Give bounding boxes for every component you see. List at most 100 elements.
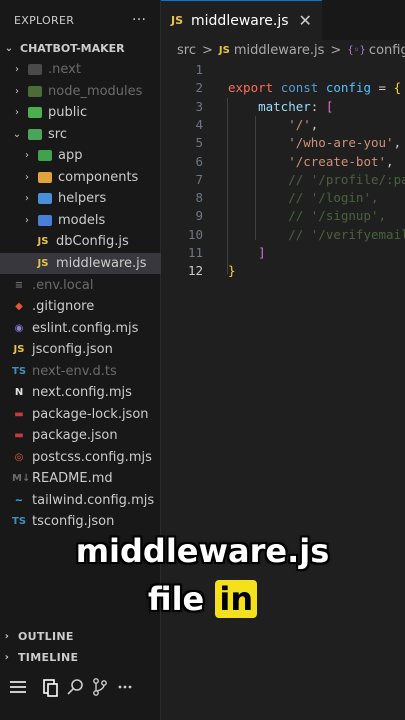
- tree-item[interactable]: ▬ package.json: [0, 425, 172, 446]
- code-text: // '/signup',: [228, 208, 386, 223]
- tree-item-label: .env.local: [32, 278, 94, 293]
- tree-item-label: public: [48, 105, 88, 120]
- tree-item[interactable]: › node_modules: [0, 81, 172, 102]
- tree-item[interactable]: › public: [0, 102, 172, 123]
- tree-item-label: tsconfig.json: [32, 514, 115, 529]
- code-token: export: [228, 80, 281, 96]
- tree-item[interactable]: ≡ .env.local: [0, 275, 172, 296]
- breadcrumb-src[interactable]: src: [177, 43, 196, 58]
- chevron-down-icon: ⌄: [12, 129, 22, 140]
- chevron-right-icon: ›: [15, 64, 19, 75]
- tree-item[interactable]: TS tsconfig.json: [0, 511, 172, 532]
- chevron-right-icon: ›: [15, 86, 19, 97]
- tree-item[interactable]: JS jsconfig.json: [0, 339, 172, 360]
- tree-item[interactable]: M↓ README.md: [0, 468, 172, 489]
- js-icon: JS: [37, 257, 49, 269]
- tree-item[interactable]: TS next-env.d.ts: [0, 361, 172, 382]
- tree-item-label: node_modules: [48, 84, 143, 99]
- code-token: '/create-bot': [228, 153, 387, 169]
- code-text: matcher: [: [228, 99, 333, 114]
- tree-item[interactable]: › helpers: [0, 188, 182, 209]
- tree-item-label: postcss.config.mjs: [32, 450, 152, 465]
- search-icon[interactable]: [67, 679, 83, 695]
- code-token: :: [310, 98, 326, 114]
- explorer-files-icon[interactable]: [43, 679, 58, 697]
- json-js-icon: JS: [13, 343, 25, 355]
- code-text: ]: [228, 245, 266, 260]
- explorer-title: EXPLORER: [14, 13, 75, 27]
- code-token: matcher: [228, 98, 311, 114]
- tree-item[interactable]: › models: [0, 210, 182, 231]
- chevron-right-icon: ›: [25, 150, 29, 161]
- tree-item[interactable]: › .next: [0, 59, 172, 80]
- public-folder-icon: [28, 107, 42, 118]
- chevron-right-icon: ›: [15, 107, 19, 118]
- code-text: '/',: [228, 117, 318, 132]
- line-number: 12: [187, 263, 203, 279]
- caption-line-1: middleware.js: [75, 532, 330, 570]
- tree-item[interactable]: › app: [0, 145, 182, 166]
- tree-item-label: .gitignore: [32, 299, 95, 314]
- line-number: 10: [187, 226, 203, 242]
- tree-item-label: README.md: [32, 471, 113, 486]
- npm-icon: ▬: [14, 408, 24, 420]
- caption-line-2: file in: [0, 580, 405, 618]
- code-text: '/create-bot',: [228, 153, 393, 169]
- code-token: // '/login',: [228, 190, 379, 206]
- line-number: 9: [195, 208, 203, 224]
- breadcrumb-file[interactable]: middleware.js: [234, 43, 325, 58]
- line-number: 8: [195, 190, 203, 206]
- chevron-right-icon: ›: [25, 172, 29, 183]
- tree-item[interactable]: ◉ eslint.config.mjs: [0, 318, 172, 339]
- tree-item[interactable]: ◆ .gitignore: [0, 296, 172, 317]
- code-token: [: [325, 98, 334, 114]
- code-token: ,: [310, 116, 319, 132]
- tree-item-label: middleware.js: [56, 256, 147, 271]
- line-number: 1: [195, 62, 203, 77]
- activity-icons: [10, 678, 132, 697]
- next-icon: N: [14, 386, 24, 398]
- tree-item-label: models: [58, 213, 106, 228]
- activity-bar: [0, 672, 405, 702]
- breadcrumb-separator: >: [330, 42, 342, 58]
- breadcrumb-symbol[interactable]: config: [369, 43, 405, 58]
- chevron-right-icon: ›: [4, 652, 10, 663]
- close-icon[interactable]: ✕: [299, 11, 312, 30]
- tree-item-label: app: [58, 148, 83, 163]
- code-token: '/': [228, 116, 311, 132]
- chevron-right-icon: ›: [4, 631, 10, 642]
- timeline-label: TIMELINE: [18, 651, 79, 664]
- tree-item-label: eslint.config.mjs: [32, 321, 139, 336]
- chevron-right-icon: ›: [25, 193, 29, 204]
- next-folder-icon: [28, 64, 42, 75]
- tree-item[interactable]: ⌄ src: [0, 124, 172, 145]
- tree-item-label: src: [48, 127, 67, 142]
- source-control-icon[interactable]: [93, 678, 107, 696]
- variable-icon: {◦}: [347, 44, 366, 56]
- menu-icon[interactable]: [10, 681, 26, 693]
- tree-item[interactable]: ~ tailwind.config.mjs: [0, 490, 172, 511]
- code-text: export const config = {: [228, 80, 401, 95]
- tab-bar: JS middleware.js ✕: [161, 0, 405, 41]
- project-root[interactable]: ⌄ CHATBOT-MAKER: [0, 38, 160, 59]
- helpers-folder-icon: [38, 193, 52, 204]
- code-token: }: [228, 263, 236, 279]
- tab-middleware[interactable]: JS middleware.js ✕: [161, 0, 322, 41]
- more-icon[interactable]: [118, 685, 132, 689]
- tree-item[interactable]: ▬ package-lock.json: [0, 404, 172, 425]
- code-text: '/who-are-you',: [228, 135, 401, 150]
- tree-item-label: .next: [48, 62, 81, 77]
- tree-item[interactable]: › components: [0, 167, 182, 188]
- explorer-header: EXPLORER ···: [0, 0, 160, 40]
- node-folder-icon: [28, 86, 42, 97]
- tree-item[interactable]: Nnext.config.mjs: [0, 382, 172, 403]
- timeline-panel[interactable]: › TIMELINE: [0, 647, 405, 668]
- tree-item[interactable]: ◎ postcss.config.mjs: [0, 447, 172, 468]
- postcss-icon: ◎: [14, 451, 24, 463]
- code-token: // '/signup',: [228, 208, 387, 224]
- line-number: 11: [187, 245, 203, 260]
- code-text: // '/login',: [228, 190, 379, 206]
- outline-panel[interactable]: › OUTLINE: [0, 626, 405, 647]
- src-folder-icon: [28, 129, 42, 140]
- more-actions-icon[interactable]: ···: [132, 12, 146, 28]
